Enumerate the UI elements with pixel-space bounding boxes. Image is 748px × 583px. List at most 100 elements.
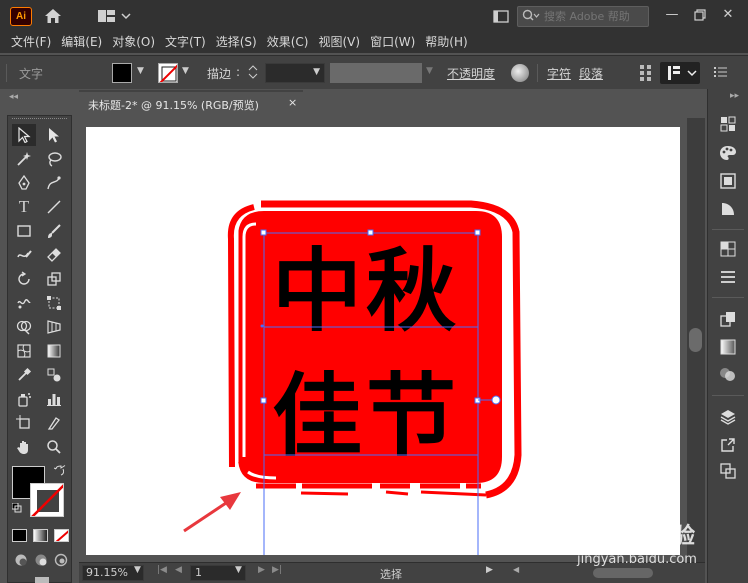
home-icon[interactable] [42, 6, 64, 26]
eraser-tool[interactable] [42, 244, 66, 266]
character-link[interactable]: 字符 [547, 65, 571, 82]
recolor-icon[interactable] [511, 64, 529, 82]
menu-effect[interactable]: 效果(C) [262, 32, 314, 53]
search-input[interactable] [544, 8, 644, 25]
stroke-label[interactable]: 描边 [207, 65, 231, 82]
watermark-url: jingyan.baidu.com [577, 552, 697, 567]
column-graph-tool[interactable] [42, 388, 66, 410]
align-grid-icon[interactable] [640, 65, 652, 81]
status-menu-icon[interactable]: ▶ [486, 565, 493, 575]
color-mode-button[interactable] [12, 529, 27, 542]
slice-tool[interactable] [42, 412, 66, 434]
gradient-tool[interactable] [42, 340, 66, 362]
collapse-dock-icon[interactable]: ▸▸ [730, 91, 739, 101]
profile-dropdown-icon[interactable]: ▼ [426, 66, 433, 76]
right-panel-dock: ▸▸ [707, 89, 748, 583]
stroke-stepper[interactable] [247, 63, 265, 83]
perspective-grid-tool[interactable] [42, 316, 66, 338]
stroke-dropdown-icon[interactable]: ▼ [182, 66, 189, 76]
close-document-icon[interactable]: × [288, 96, 297, 109]
screen-mode-icon[interactable] [491, 6, 511, 26]
menu-edit[interactable]: 编辑(E) [56, 32, 107, 53]
vertical-scrollbar[interactable] [687, 118, 705, 562]
menu-window[interactable]: 窗口(W) [365, 32, 420, 53]
stroke-weight-input[interactable]: ▼ [265, 63, 325, 83]
previous-artboard-icon[interactable]: ◀ [175, 565, 182, 575]
menu-type[interactable]: 文字(T) [160, 32, 211, 53]
default-colors-icon[interactable] [11, 502, 22, 513]
lasso-tool[interactable] [42, 148, 66, 170]
menu-file[interactable]: 文件(F) [6, 32, 56, 53]
help-search[interactable] [517, 6, 649, 27]
stroke-swatch[interactable] [158, 63, 178, 83]
color-panel-icon[interactable] [718, 143, 738, 163]
gradient-mode-button[interactable] [33, 529, 48, 542]
layers-panel-icon[interactable] [718, 407, 738, 427]
shape-builder-tool[interactable] [12, 316, 36, 338]
first-artboard-icon[interactable]: |◀ [157, 565, 167, 575]
stroke-color-box[interactable] [30, 483, 64, 517]
magic-wand-tool[interactable] [12, 148, 36, 170]
menu-help[interactable]: 帮助(H) [420, 32, 472, 53]
vertical-scroll-thumb[interactable] [689, 328, 702, 352]
gradient-panel-icon[interactable] [718, 199, 738, 219]
symbol-sprayer-tool[interactable] [12, 388, 36, 410]
warp-tool[interactable] [12, 292, 36, 314]
free-transform-tool[interactable] [42, 292, 66, 314]
shaper-tool[interactable] [12, 244, 36, 266]
swap-fill-stroke-icon[interactable] [53, 465, 66, 477]
line-segment-tool[interactable] [42, 196, 66, 218]
eyedropper-tool[interactable] [12, 364, 36, 386]
pen-tool[interactable] [12, 172, 36, 194]
document-tab[interactable]: 未标题-2* @ 91.15% (RGB/预览) × [79, 90, 303, 116]
minimize-button[interactable]: — [660, 4, 684, 26]
restore-button[interactable] [688, 4, 712, 26]
artboard[interactable]: 中秋 佳节 [86, 127, 680, 555]
last-artboard-icon[interactable]: ▶| [272, 565, 282, 575]
rectangle-tool[interactable] [12, 220, 36, 242]
fill-swatch[interactable] [112, 63, 132, 83]
menu-view[interactable]: 视图(V) [313, 32, 365, 53]
none-mode-button[interactable] [54, 529, 69, 542]
scale-tool[interactable] [42, 268, 66, 290]
properties-toggle-icon[interactable] [660, 62, 700, 84]
collapse-toolbox-icon[interactable]: ◂◂ [9, 92, 18, 102]
zoom-tool[interactable] [42, 436, 66, 458]
toolbox-grip[interactable] [12, 118, 67, 121]
opacity-link[interactable]: 不透明度 [447, 65, 495, 82]
align-panel-icon[interactable] [718, 267, 738, 287]
artboard-dropdown-icon[interactable]: ▼ [235, 565, 242, 575]
mesh-tool[interactable] [12, 340, 36, 362]
variable-width-profile[interactable] [330, 63, 422, 83]
hand-tool[interactable] [12, 436, 36, 458]
fill-dropdown-icon[interactable]: ▼ [137, 66, 144, 76]
type-tool[interactable]: T [12, 196, 36, 218]
selection-tool[interactable] [12, 124, 36, 146]
artboards-panel-icon[interactable] [718, 461, 738, 481]
change-screen-mode-icon[interactable] [35, 573, 49, 583]
menu-object[interactable]: 对象(O) [107, 32, 160, 53]
properties-panel-icon[interactable] [718, 114, 738, 134]
draw-normal-icon[interactable] [14, 553, 28, 567]
panel-menu-icon[interactable] [714, 66, 728, 80]
transparency-panel-icon[interactable] [718, 337, 738, 357]
artboard-tool[interactable] [12, 412, 36, 434]
appearance-panel-icon[interactable] [718, 365, 738, 385]
curvature-tool[interactable] [42, 172, 66, 194]
paintbrush-tool[interactable] [42, 220, 66, 242]
transform-panel-icon[interactable] [718, 239, 738, 259]
next-artboard-icon[interactable]: ▶ [258, 565, 265, 575]
menu-select[interactable]: 选择(S) [211, 32, 262, 53]
pathfinder-panel-icon[interactable] [718, 309, 738, 329]
export-panel-icon[interactable] [718, 435, 738, 455]
arrange-documents-icon[interactable] [96, 6, 132, 26]
close-window-button[interactable]: ✕ [716, 4, 740, 26]
rotate-tool[interactable] [12, 268, 36, 290]
paragraph-link[interactable]: 段落 [579, 65, 603, 82]
draw-inside-icon[interactable] [54, 553, 68, 567]
draw-behind-icon[interactable] [34, 553, 48, 567]
zoom-dropdown-icon[interactable]: ▼ [134, 565, 141, 575]
swatches-panel-icon[interactable] [718, 171, 738, 191]
blend-tool[interactable] [42, 364, 66, 386]
direct-selection-tool[interactable] [42, 124, 66, 146]
